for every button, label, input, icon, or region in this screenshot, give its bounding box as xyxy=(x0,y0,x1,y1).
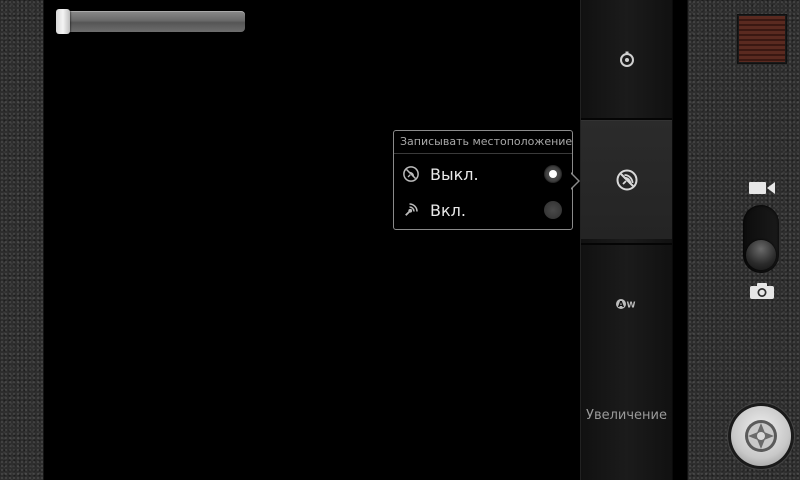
white-balance-auto-icon: A W xyxy=(615,299,635,310)
radio-selected[interactable] xyxy=(544,165,562,183)
location-option-off-label: Выкл. xyxy=(430,164,479,184)
location-option-off[interactable]: Выкл. xyxy=(394,158,572,190)
camera-viewfinder[interactable] xyxy=(44,0,580,480)
shutter-button[interactable] xyxy=(731,406,791,466)
last-photo-thumbnail[interactable] xyxy=(737,14,787,64)
gps-off-icon xyxy=(402,165,420,183)
left-bezel xyxy=(0,0,44,480)
location-popup: Записывать местоположение Выкл. Вкл. xyxy=(393,130,573,230)
shutter-icon xyxy=(745,420,777,452)
gps-tag-off-icon xyxy=(616,169,637,191)
self-timer-icon xyxy=(619,51,634,67)
popup-pointer-fill xyxy=(570,173,578,189)
white-balance-setting[interactable]: A W xyxy=(581,243,672,363)
camera-icon[interactable] xyxy=(749,282,775,300)
svg-text:W: W xyxy=(626,301,635,310)
video-camera-icon[interactable] xyxy=(748,180,776,196)
gps-on-icon xyxy=(402,201,420,219)
zoom-setting-label[interactable]: Увеличение xyxy=(581,408,672,423)
self-timer-setting[interactable] xyxy=(581,0,672,120)
location-option-on-label: Вкл. xyxy=(430,200,466,220)
popup-title: Записывать местоположение xyxy=(394,131,572,154)
settings-column: A W Увеличение xyxy=(580,0,673,480)
location-option-on[interactable]: Вкл. xyxy=(394,194,572,226)
svg-text:A: A xyxy=(617,300,624,309)
thumbnail-image xyxy=(739,16,785,62)
camera-mode-switch-knob[interactable] xyxy=(746,240,776,270)
location-setting[interactable] xyxy=(581,120,672,239)
zoom-slider-thumb[interactable] xyxy=(56,9,70,34)
radio-unselected[interactable] xyxy=(544,201,562,219)
zoom-slider[interactable] xyxy=(56,11,245,32)
